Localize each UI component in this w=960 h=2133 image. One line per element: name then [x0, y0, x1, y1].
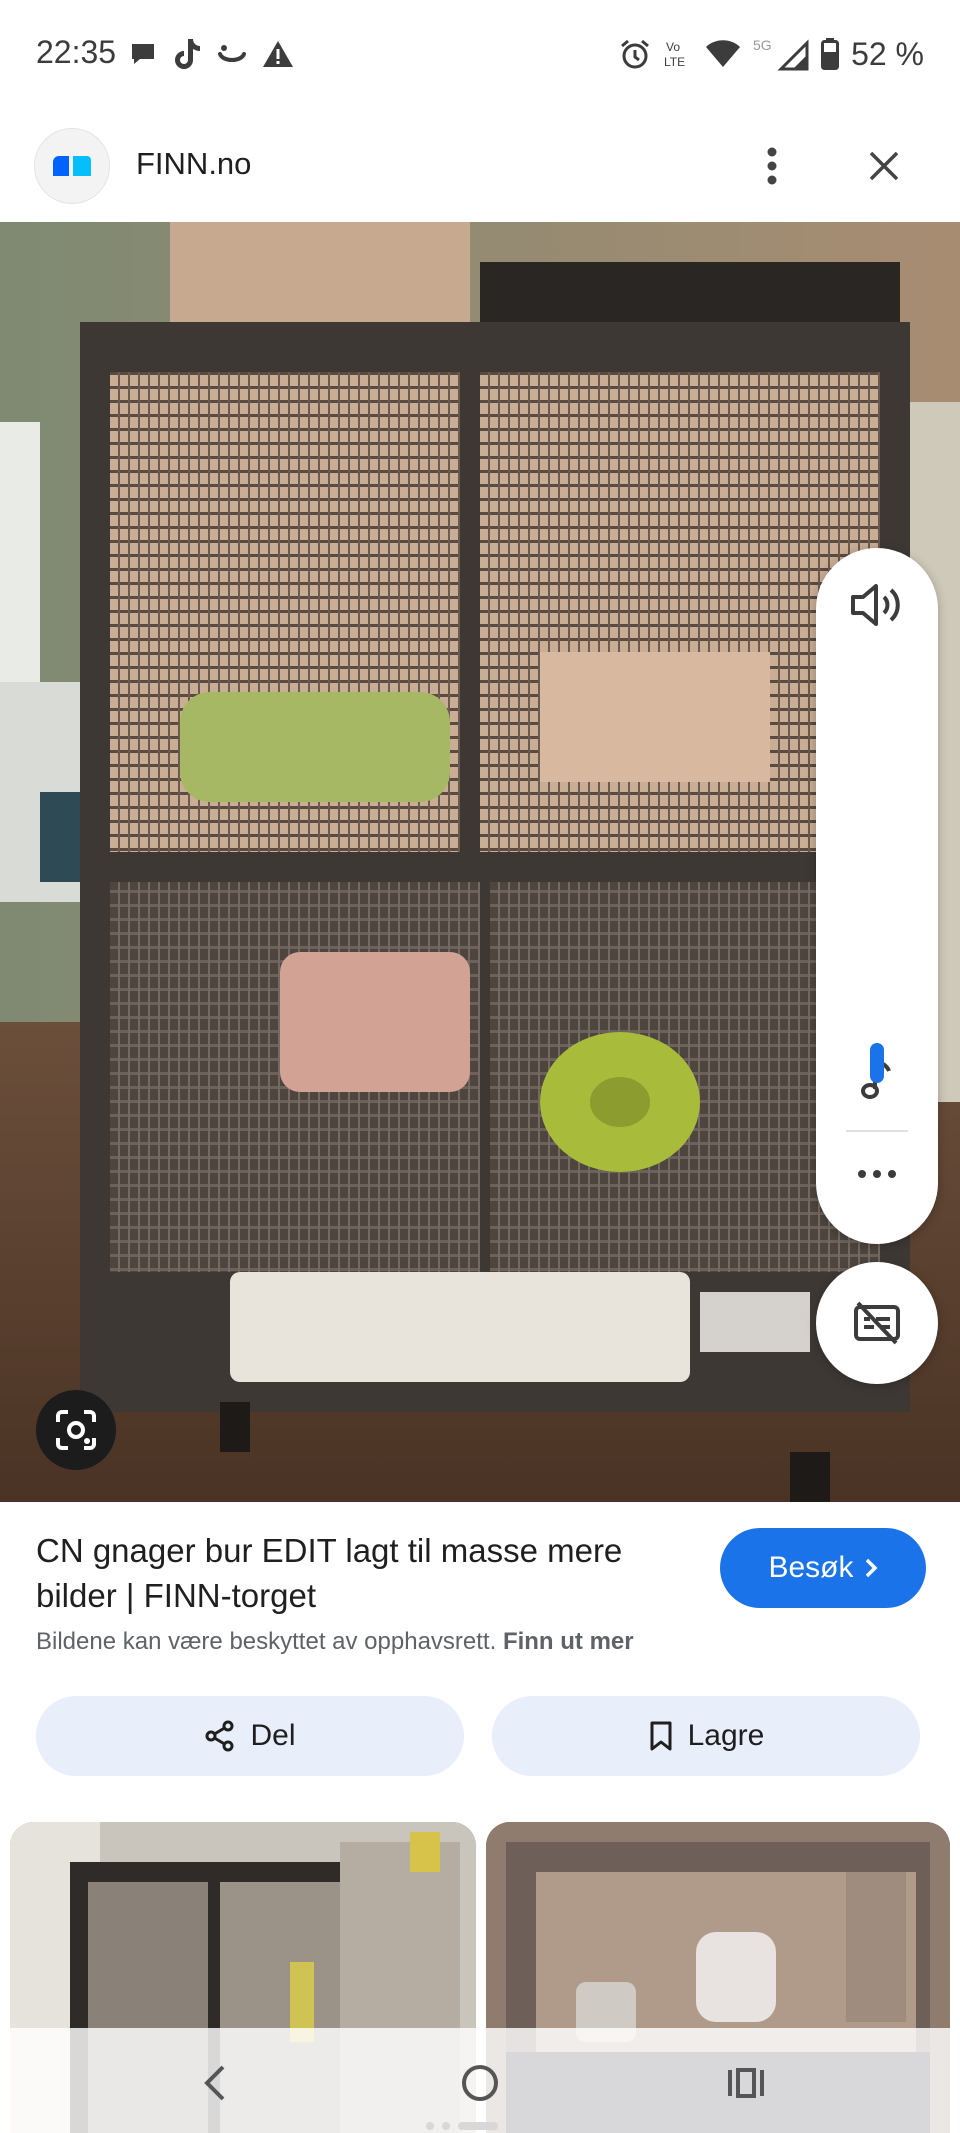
recents-icon — [728, 2068, 764, 2098]
page-dot — [506, 2122, 514, 2130]
battery-percentage: 52 % — [851, 35, 924, 72]
page-dot-active — [458, 2122, 498, 2130]
battery-icon — [821, 36, 840, 72]
chat-bubble-icon — [128, 36, 158, 72]
learn-more-link[interactable]: Finn ut mer — [503, 1628, 634, 1655]
back-icon — [204, 2065, 225, 2101]
close-button[interactable] — [856, 138, 912, 194]
home-button[interactable] — [450, 2058, 510, 2108]
save-label: Lagre — [687, 1719, 765, 1752]
site-title: FINN.no — [136, 146, 252, 181]
bookmark-icon — [650, 1721, 672, 1751]
speaker-icon — [851, 584, 900, 626]
share-label: Del — [250, 1719, 296, 1752]
app-header: FINN.no — [0, 112, 960, 220]
svg-text:LTE: LTE — [664, 55, 685, 69]
close-icon — [869, 151, 899, 181]
wifi-icon — [705, 36, 741, 72]
volume-divider — [846, 1130, 908, 1132]
5g-signal-icon: 5G — [753, 36, 809, 72]
lens-icon — [56, 1410, 96, 1450]
google-lens-button[interactable] — [36, 1390, 116, 1470]
save-button[interactable]: Lagre — [492, 1696, 920, 1776]
speaker-button[interactable] — [846, 580, 908, 630]
chevron-right-icon — [865, 1558, 877, 1578]
live-caption-button[interactable] — [816, 1262, 938, 1384]
status-bar: 22:35 Vo LTE 5G 52 % — [0, 0, 960, 112]
recents-button[interactable] — [716, 2058, 776, 2108]
volume-more-button[interactable] — [848, 1154, 906, 1194]
tiktok-icon — [172, 36, 202, 72]
svg-text:Vo: Vo — [666, 40, 680, 54]
copyright-text: Bildene kan være beskyttet av opphavsret… — [36, 1628, 497, 1655]
svg-text:5G: 5G — [753, 37, 772, 53]
copyright-notice: Bildene kan være beskyttet av opphavsret… — [36, 1628, 634, 1656]
more-vert-icon — [767, 147, 777, 185]
home-icon — [462, 2065, 498, 2101]
share-button[interactable]: Del — [36, 1696, 464, 1776]
alarm-icon — [619, 36, 651, 72]
page-dot — [442, 2122, 450, 2130]
status-notification-icons — [128, 36, 294, 72]
captions-off-icon — [854, 1301, 900, 1345]
page-indicator — [426, 2122, 514, 2130]
volume-panel — [816, 548, 938, 1244]
warning-icon — [262, 36, 294, 72]
more-options-button[interactable] — [750, 138, 794, 194]
result-title[interactable]: CN gnager bur EDIT lagt til masse mere b… — [36, 1528, 686, 1618]
volume-slider[interactable] — [870, 1043, 884, 1084]
more-horiz-icon — [858, 1170, 896, 1178]
visit-label: Besøk — [768, 1551, 854, 1584]
back-button[interactable] — [184, 2058, 244, 2108]
volte-icon: Vo LTE — [663, 36, 693, 72]
share-icon — [205, 1720, 234, 1752]
status-time: 22:35 — [36, 34, 117, 70]
finn-logo-icon — [34, 128, 110, 204]
status-system-icons: Vo LTE 5G 52 % — [619, 36, 924, 72]
visit-button[interactable]: Besøk — [720, 1528, 926, 1608]
page-dot — [426, 2122, 434, 2130]
smile-icon — [216, 36, 248, 72]
navigation-bar — [0, 2028, 960, 2133]
